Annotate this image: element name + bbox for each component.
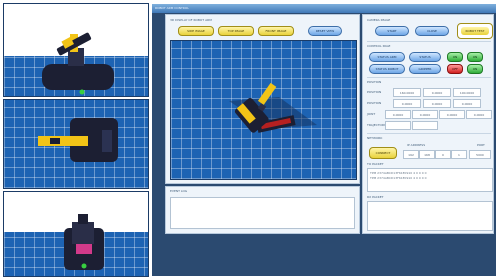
to-packet-label: TO PACKET [367, 162, 384, 166]
joint-4-field[interactable]: 0.0000 [466, 110, 492, 119]
view-panel-label: 3D DISPLAY OF ROBOT ARM [170, 18, 212, 22]
front-view-robot [64, 214, 104, 270]
joint-1-field[interactable]: 0.0000 [385, 110, 411, 119]
ip-octet-4-field[interactable]: 1 [451, 150, 467, 159]
top-image-button[interactable]: TOP IMAGE [218, 26, 254, 36]
window-title: ROBOT ARM CONTROL [155, 6, 189, 10]
rx-packet-label: RX PACKET [367, 195, 384, 199]
orientation-b-field[interactable]: 0.0000 [423, 99, 451, 108]
power-off-icon[interactable]: OFF [447, 64, 463, 74]
3d-viewport[interactable] [170, 40, 357, 180]
view-panel: 3D DISPLAY OF ROBOT ARM SIDE IMAGE TOP I… [165, 14, 360, 184]
on-label: ON [472, 55, 478, 59]
status-arm-button[interactable]: STATUS ARM [369, 52, 405, 62]
position-x-field[interactable]: 160.0000 [393, 88, 421, 97]
orientation-c-field[interactable]: 0.0000 [453, 99, 481, 108]
control-label: CONTROL PAGE [367, 44, 391, 48]
top-view-camera [3, 99, 149, 189]
network-label: NETWORK [367, 136, 383, 140]
joint-2-field[interactable]: 0.0000 [412, 110, 438, 119]
camera-start-button[interactable]: START [375, 26, 409, 36]
orientation-row-label: POSITION [367, 101, 382, 105]
reset-view-button[interactable]: RESET VIEW [308, 26, 342, 36]
position-y-field[interactable]: 0.0000 [423, 88, 451, 97]
divider-position [367, 133, 491, 134]
title-bar: ROBOT ARM CONTROL [152, 4, 496, 13]
side-view-camera [3, 3, 149, 97]
event-log-textbox[interactable] [170, 197, 355, 229]
trajectory-1-field[interactable] [385, 121, 411, 130]
rx-packet-textbox[interactable] [367, 201, 493, 231]
to-packet-line: TPM 2374ABCD13F61E0910 4 0 0 0 0 [370, 171, 427, 175]
side-view-robot [42, 32, 114, 95]
joint-3-field[interactable]: 0.0000 [439, 110, 465, 119]
orientation-a-field[interactable]: 0.0000 [393, 99, 421, 108]
trajectory-2-field[interactable] [412, 121, 438, 130]
on-label: ON [452, 55, 458, 59]
status-button[interactable]: STATUS [409, 52, 441, 62]
ip-octet-2-field[interactable]: 168 [419, 150, 435, 159]
port-field[interactable]: 5000 [469, 150, 491, 159]
robot-test-label: ROBOT TEST [461, 27, 489, 35]
event-log-label: EVENT LOG [170, 189, 188, 193]
to-packet-textbox[interactable]: TPM 2374ABCD13F61E0910 4 0 0 0 0 TPM 237… [367, 168, 493, 192]
camera-close-button[interactable]: CLOSE [415, 26, 449, 36]
robot-test-button[interactable]: ROBOT TEST [457, 23, 493, 39]
trajectory-row-label: TRAJECTORY [367, 123, 386, 127]
event-log-panel: EVENT LOG [165, 186, 360, 234]
3d-robot-model [229, 82, 317, 133]
status-robot-button[interactable]: STATUS ROBOT [369, 64, 405, 74]
front-view-camera [3, 191, 149, 277]
position-row-label: POSITION [367, 90, 382, 94]
gripper-button[interactable]: GRIPPER [409, 64, 441, 74]
ip-address-label: IP ADDRESS [407, 143, 426, 147]
control-panel: CAMERA IMAGE START CLOSE ROBOT TEST CONT… [362, 14, 494, 234]
divider-control [367, 77, 491, 78]
camera-label: CAMERA IMAGE [367, 18, 391, 22]
joint-row-label: JOINT [367, 112, 376, 116]
off-label: OFF [452, 67, 458, 71]
top-view-robot [38, 118, 118, 162]
ip-octet-1-field[interactable]: 192 [403, 150, 419, 159]
side-image-button[interactable]: SIDE IMAGE [178, 26, 214, 36]
on-label: ON [472, 67, 478, 71]
to-packet-line: TPM 2374ABCD13F61E0910 4 0 0 0 0 [370, 176, 427, 180]
power-on-icon[interactable]: ON [467, 64, 483, 74]
power-on-icon[interactable]: ON [447, 52, 463, 62]
position-z-field[interactable]: 100.0000 [453, 88, 481, 97]
divider-camera [367, 41, 491, 42]
front-image-button[interactable]: FRONT IMAGE [258, 26, 294, 36]
camera-views-strip [0, 0, 152, 280]
power-on-icon[interactable]: ON [467, 52, 483, 62]
port-label: PORT [477, 143, 485, 147]
position-label: POSITION [367, 80, 382, 84]
ip-octet-3-field[interactable]: 0 [435, 150, 451, 159]
app-window: ROBOT ARM CONTROL 3D DISPLAY OF ROBOT AR… [152, 4, 496, 276]
connect-button[interactable]: CONNECT [369, 147, 397, 159]
